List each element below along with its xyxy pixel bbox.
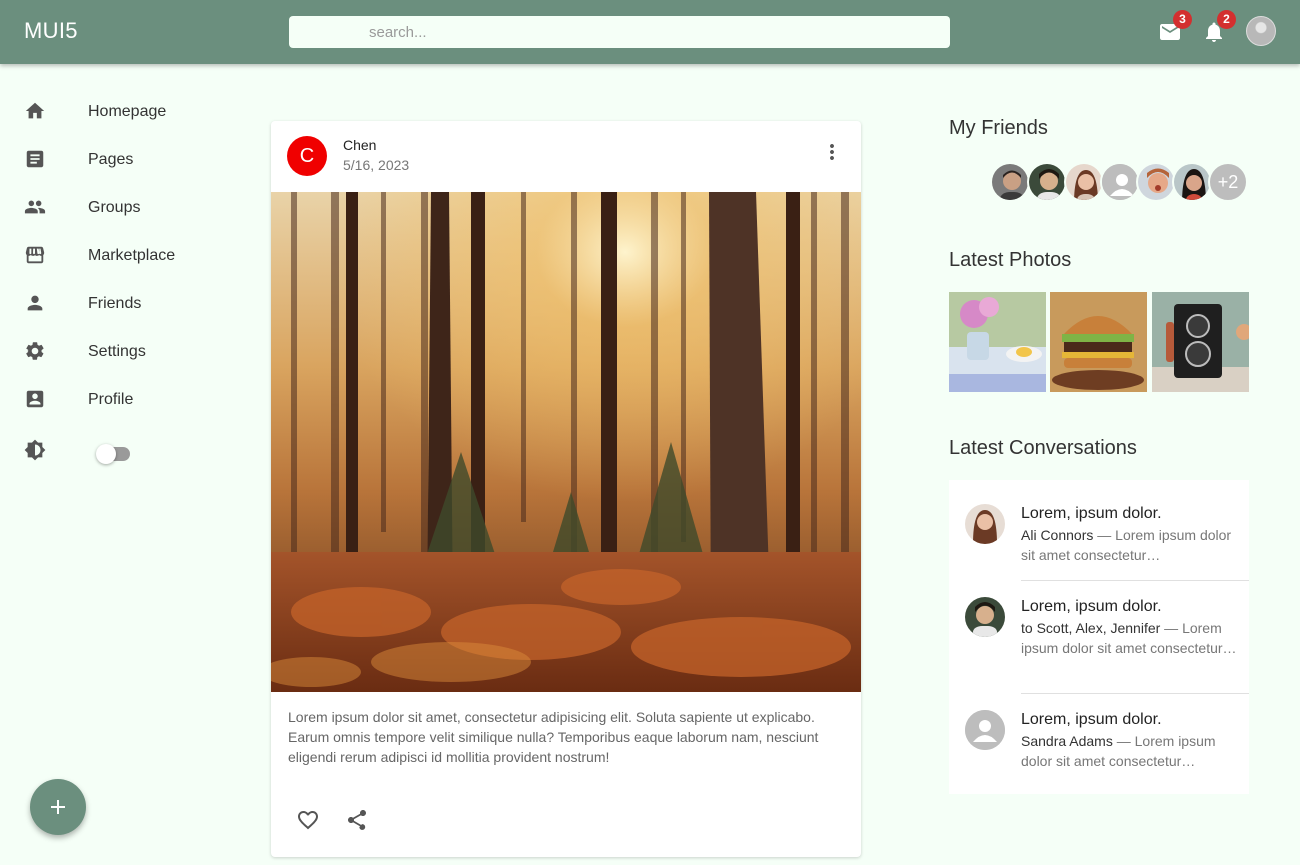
list-item[interactable]: Lorem, ipsum dolor. to Scott, Alex, Jenn… xyxy=(949,581,1249,693)
friend-avatar[interactable] xyxy=(1136,162,1176,202)
sidebar-item-pages[interactable]: Pages xyxy=(24,140,214,180)
home-icon xyxy=(24,100,64,124)
storefront-icon xyxy=(24,244,64,268)
heart-outline-icon xyxy=(298,811,318,830)
friend-avatar[interactable] xyxy=(1100,162,1140,202)
conversation-avatar xyxy=(965,597,1005,637)
post-author: Chen xyxy=(343,137,377,153)
sidebar-item-label: Pages xyxy=(88,151,134,168)
conversation-title: Lorem, ipsum dolor. xyxy=(1021,598,1162,615)
friend-avatar[interactable] xyxy=(1172,162,1212,202)
more-vert-icon xyxy=(830,144,834,160)
person-icon xyxy=(24,292,64,316)
notifications-badge: 2 xyxy=(1217,10,1236,29)
post-author-avatar[interactable]: C xyxy=(287,136,327,176)
post-date: 5/16, 2023 xyxy=(343,157,410,173)
latest-photo[interactable] xyxy=(1050,292,1147,392)
sidebar-item-label: Homepage xyxy=(88,103,167,120)
conversation-snippet: Sandra Adams — Lorem ipsum dolor sit ame… xyxy=(1021,731,1241,771)
sidebar-item-homepage[interactable]: Homepage xyxy=(24,92,214,132)
conversation-snippet: to Scott, Alex, Jennifer — Lorem ipsum d… xyxy=(1021,618,1241,658)
conversation-participants: to Scott, Alex, Jennifer xyxy=(1021,620,1161,636)
sidebar-item-profile[interactable]: Profile xyxy=(24,380,214,420)
post-text: Lorem ipsum dolor sit amet, consectetur … xyxy=(288,709,819,765)
friends-more-count[interactable]: +2 xyxy=(1208,162,1248,202)
brightness-icon xyxy=(24,439,64,463)
latest-photo[interactable] xyxy=(949,292,1046,392)
notifications-button[interactable]: 2 xyxy=(1202,10,1236,44)
brightness-icon-wrapper xyxy=(24,431,64,471)
list-item[interactable]: Lorem, ipsum dolor. Ali Connors — Lorem … xyxy=(949,480,1249,580)
mail-button[interactable]: 3 xyxy=(1158,10,1192,44)
theme-toggle[interactable] xyxy=(96,443,134,464)
post-image xyxy=(271,192,861,692)
conversation-avatar xyxy=(965,710,1005,750)
conversation-avatar xyxy=(965,504,1005,544)
share-button[interactable] xyxy=(345,808,369,832)
sidebar-item-marketplace[interactable]: Marketplace xyxy=(24,236,214,276)
friend-avatar[interactable] xyxy=(1064,162,1104,202)
settings-icon xyxy=(24,340,64,364)
search-input[interactable] xyxy=(289,16,950,48)
app-bar: MUI5 3 2 xyxy=(0,0,1300,64)
sidebar-item-label: Marketplace xyxy=(88,247,176,264)
conversation-participants: Ali Connors xyxy=(1021,527,1094,543)
article-icon xyxy=(24,148,64,172)
conversation-title: Lorem, ipsum dolor. xyxy=(1021,711,1162,728)
group-icon xyxy=(24,196,64,220)
mail-badge: 3 xyxy=(1173,10,1192,29)
sidebar-item-settings[interactable]: Settings xyxy=(24,332,214,372)
sidebar-item-label: Friends xyxy=(88,295,142,312)
sidebar-item-friends[interactable]: Friends xyxy=(24,284,214,324)
sidebar-item-groups[interactable]: Groups xyxy=(24,188,214,228)
sidebar-item-label: Profile xyxy=(88,391,134,408)
sidebar-item-label: Groups xyxy=(88,199,141,216)
sidebar-item-label: Settings xyxy=(88,343,146,360)
conversations-list: Lorem, ipsum dolor. Ali Connors — Lorem … xyxy=(949,480,1249,794)
photos-title: Latest Photos xyxy=(949,249,1072,271)
conversations-title: Latest Conversations xyxy=(949,437,1137,459)
list-item[interactable]: Lorem, ipsum dolor. Sandra Adams — Lorem… xyxy=(949,694,1249,794)
conversation-snippet: Ali Connors — Lorem ipsum dolor sit amet… xyxy=(1021,525,1241,565)
conversation-title: Lorem, ipsum dolor. xyxy=(1021,505,1162,522)
post-more-button[interactable] xyxy=(820,140,844,164)
friend-avatar[interactable] xyxy=(990,162,1030,202)
add-icon xyxy=(51,800,65,814)
latest-photo[interactable] xyxy=(1152,292,1249,392)
post-card: C Chen 5/16, 2023 Lorem ipsum dolor sit … xyxy=(271,121,861,857)
toggle-thumb xyxy=(96,444,116,464)
share-icon xyxy=(348,810,366,830)
friend-avatar[interactable] xyxy=(1027,162,1067,202)
user-avatar[interactable] xyxy=(1246,16,1276,46)
conversation-participants: Sandra Adams xyxy=(1021,733,1113,749)
add-post-button[interactable] xyxy=(30,779,86,835)
like-button[interactable] xyxy=(296,808,320,832)
app-logo[interactable]: MUI5 xyxy=(24,18,78,44)
friends-title: My Friends xyxy=(949,117,1048,139)
account-box-icon xyxy=(24,388,64,412)
